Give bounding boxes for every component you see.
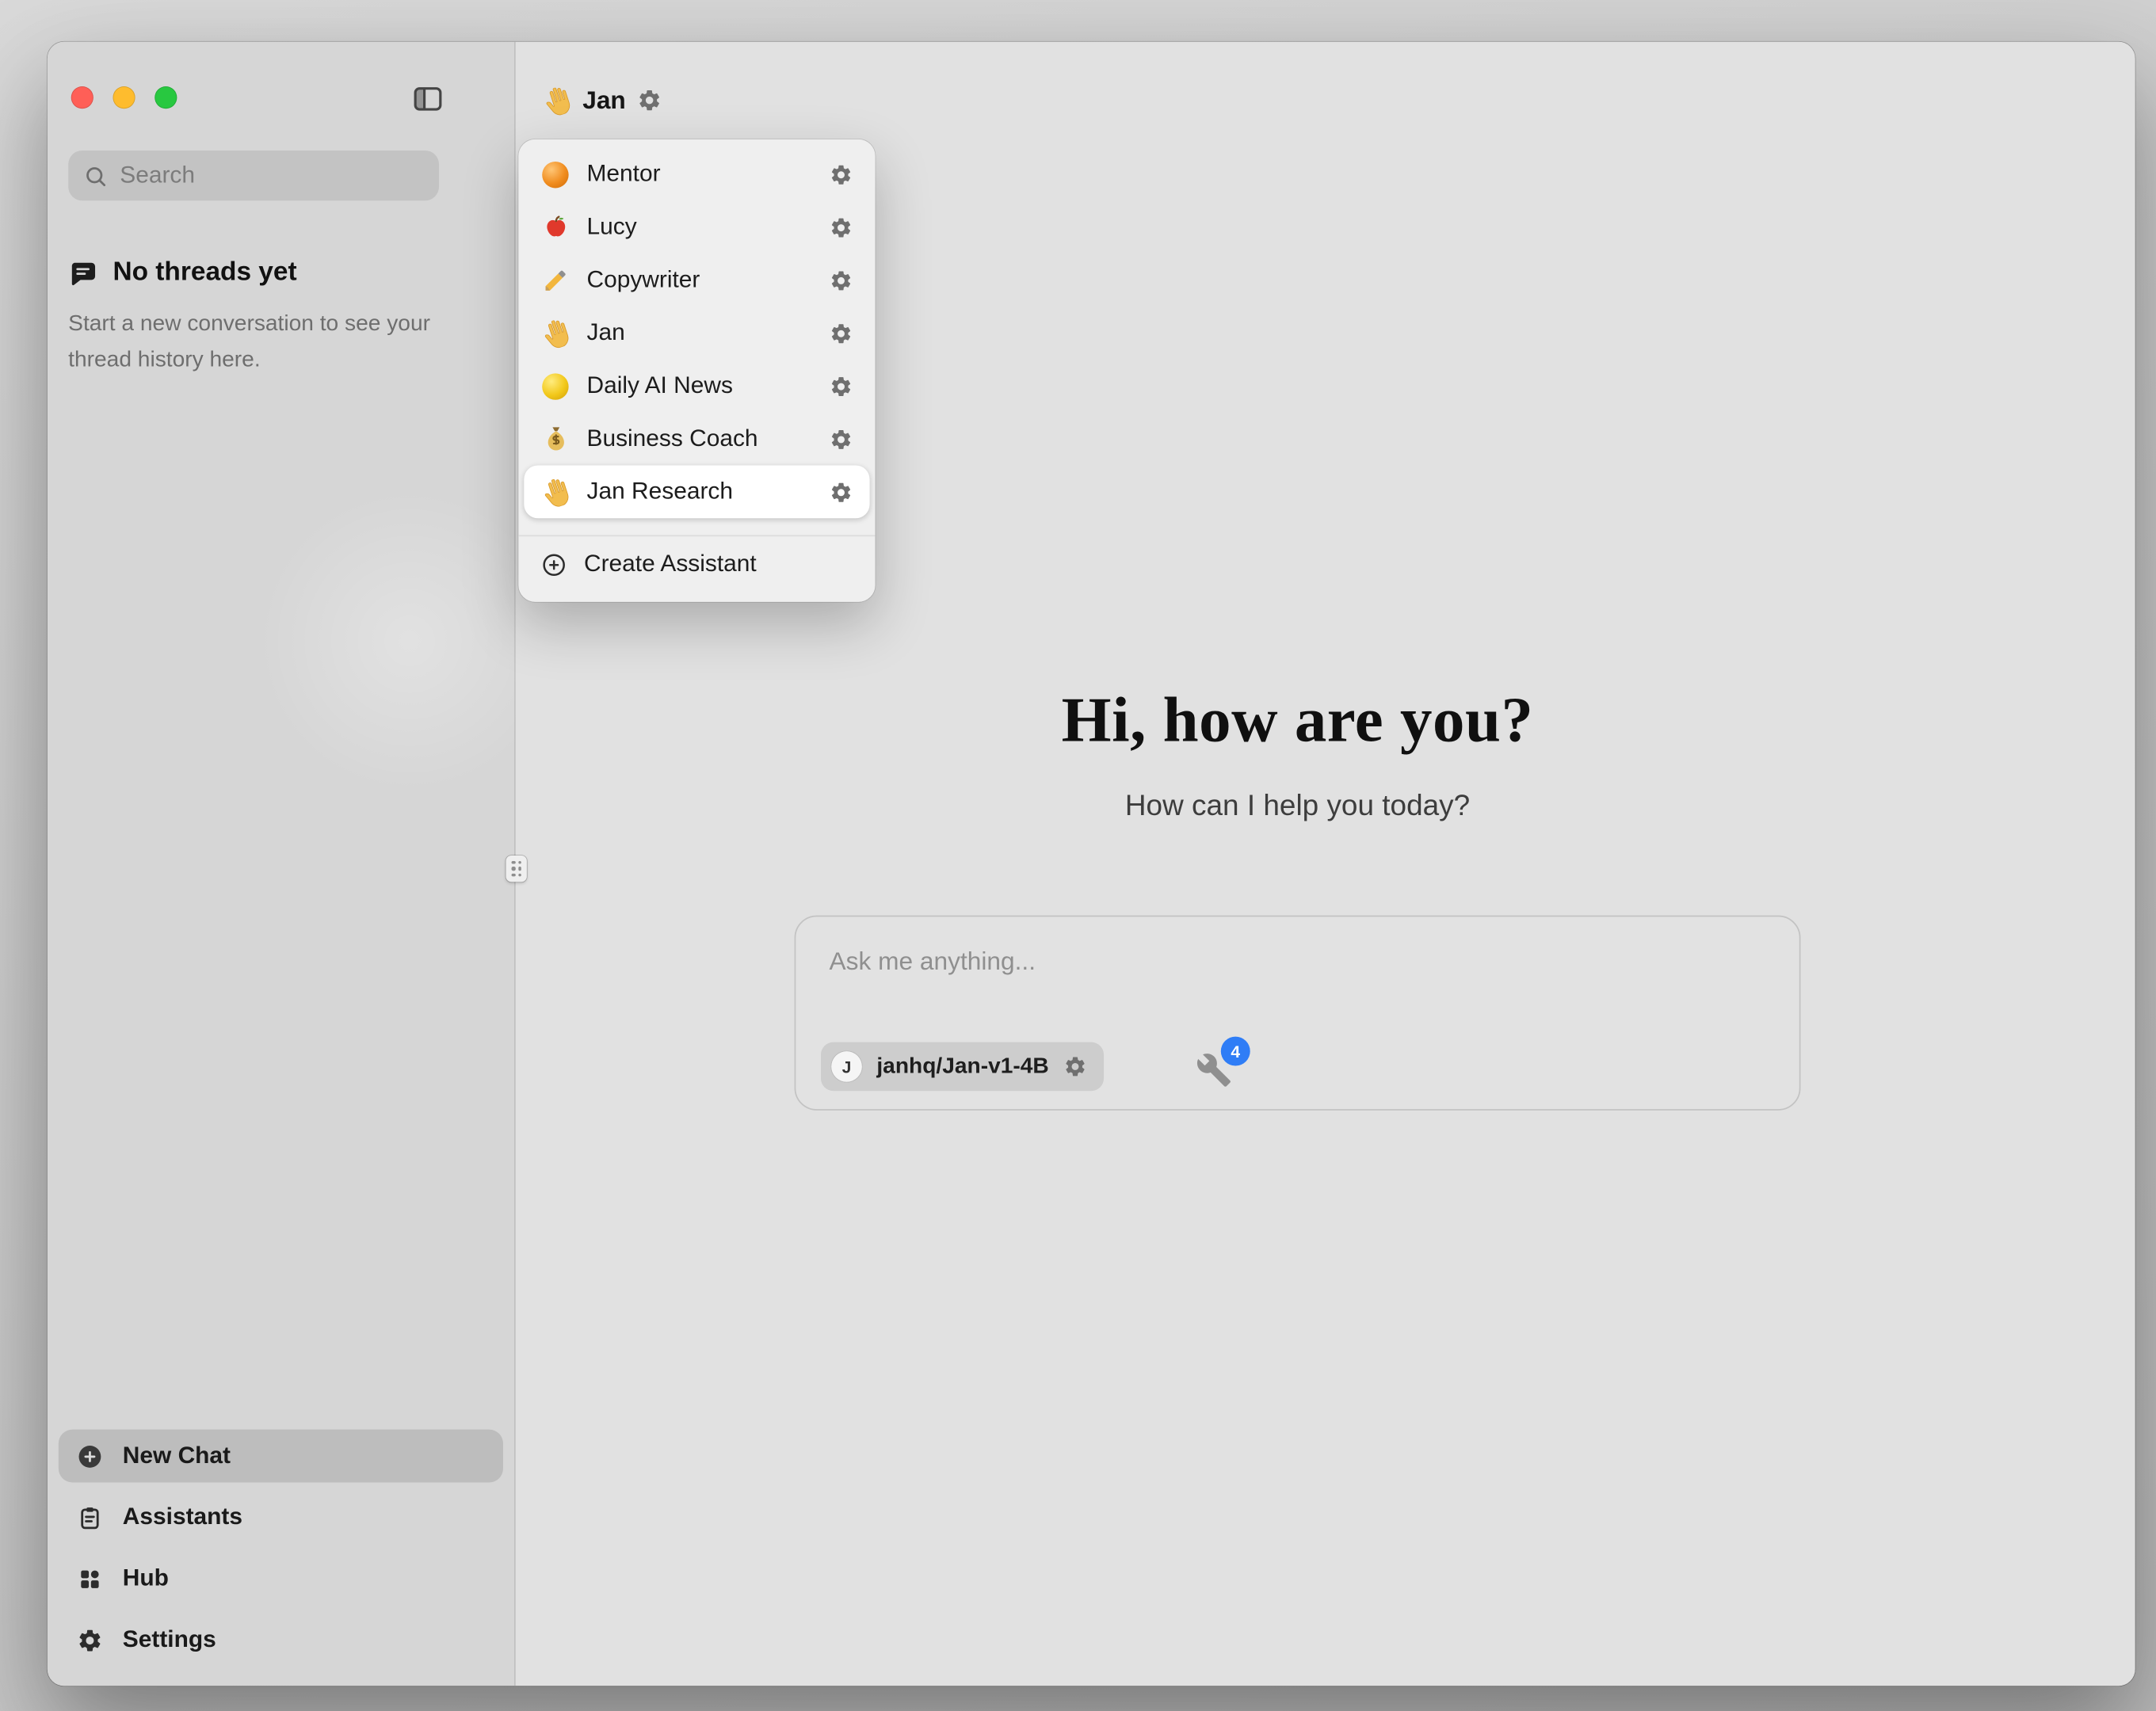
assistant-menu: Mentor Lucy Copywriter	[518, 139, 875, 602]
plus-circle-outline-icon	[540, 551, 567, 577]
minimize-button[interactable]	[113, 86, 135, 109]
sidebar-item-label: Settings	[123, 1626, 216, 1654]
assistant-settings-gear-icon[interactable]	[637, 88, 662, 113]
assistant-menu-item-label: Business Coach	[586, 425, 757, 452]
gear-icon[interactable]	[830, 321, 853, 345]
close-button[interactable]	[71, 86, 93, 109]
search-field[interactable]	[68, 151, 439, 200]
current-assistant-name: Jan	[582, 86, 626, 115]
money-bag-icon	[540, 425, 570, 454]
sidebar: No threads yet Start a new conversation …	[48, 42, 516, 1686]
composer[interactable]: J janhq/Jan-v1-4B 4	[795, 916, 1801, 1111]
assistant-menu-item-label: Daily AI News	[586, 372, 732, 400]
app-window: No threads yet Start a new conversation …	[48, 42, 2135, 1686]
gear-icon	[77, 1627, 103, 1653]
yellow-circle-icon	[540, 372, 570, 401]
greeting-title: Hi, how are you?	[795, 683, 1801, 756]
grid-icon	[77, 1565, 103, 1591]
sidebar-nav: New Chat Assistants Hub Settings	[59, 1430, 503, 1667]
assistant-menu-item-jan[interactable]: Jan	[524, 307, 869, 360]
greeting: Hi, how are you? How can I help you toda…	[795, 683, 1801, 824]
assistant-menu-item-label: Mentor	[586, 160, 660, 188]
empty-state-title: No threads yet	[113, 257, 296, 288]
waving-hand-icon	[537, 314, 574, 352]
sidebar-resize-handle[interactable]	[506, 856, 526, 882]
search-icon	[84, 164, 108, 188]
assistant-menu-item-copywriter[interactable]: Copywriter	[524, 253, 869, 307]
clipboard-icon	[77, 1504, 103, 1530]
sidebar-item-label: Hub	[123, 1564, 169, 1592]
orange-circle-icon	[540, 159, 570, 189]
model-avatar: J	[830, 1050, 862, 1082]
desktop: No threads yet Start a new conversation …	[0, 0, 2156, 1711]
waving-hand-icon	[537, 474, 574, 511]
gear-icon[interactable]	[830, 269, 853, 292]
window-controls	[71, 86, 177, 109]
model-name: janhq/Jan-v1-4B	[876, 1054, 1048, 1080]
sidebar-item-new-chat[interactable]: New Chat	[59, 1430, 503, 1483]
create-assistant-label: Create Assistant	[584, 551, 757, 578]
gear-icon[interactable]	[830, 215, 853, 239]
assistant-menu-item-label: Jan Research	[586, 478, 732, 505]
zoom-button[interactable]	[155, 86, 177, 109]
sidebar-item-label: Assistants	[123, 1503, 242, 1531]
main-area: Jan Mentor Lucy	[516, 42, 2135, 1686]
search-input[interactable]	[120, 162, 423, 189]
chat-bubble-icon	[68, 258, 97, 288]
tools-button[interactable]: 4	[1196, 1052, 1232, 1088]
create-assistant-button[interactable]: Create Assistant	[524, 538, 869, 591]
empty-state-description: Start a new conversation to see your thr…	[68, 307, 458, 379]
assistant-menu-item-mentor[interactable]: Mentor	[524, 147, 869, 200]
plus-circle-icon	[77, 1442, 103, 1469]
assistant-menu-item-business-coach[interactable]: Business Coach	[524, 413, 869, 466]
gear-icon[interactable]	[830, 374, 853, 398]
assistant-menu-item-daily-ai-news[interactable]: Daily AI News	[524, 360, 869, 413]
model-selector[interactable]: J janhq/Jan-v1-4B	[821, 1042, 1103, 1092]
sidebar-item-assistants[interactable]: Assistants	[59, 1491, 503, 1544]
sidebar-item-settings[interactable]: Settings	[59, 1614, 503, 1667]
gear-icon[interactable]	[830, 427, 853, 451]
sidebar-toggle-icon[interactable]	[411, 82, 445, 113]
menu-separator	[518, 535, 875, 536]
assistant-selector[interactable]: Jan	[529, 77, 674, 124]
waving-hand-icon	[538, 82, 575, 119]
apple-icon	[540, 212, 570, 242]
gear-icon[interactable]	[830, 480, 853, 504]
assistant-menu-item-lucy[interactable]: Lucy	[524, 200, 869, 253]
assistant-menu-item-label: Copywriter	[586, 266, 700, 294]
greeting-subtitle: How can I help you today?	[795, 790, 1801, 823]
assistant-menu-item-jan-research[interactable]: Jan Research	[524, 465, 869, 518]
model-settings-gear-icon[interactable]	[1063, 1054, 1086, 1078]
assistant-menu-item-label: Jan	[586, 319, 624, 347]
tools-count-badge: 4	[1221, 1037, 1250, 1066]
threads-empty-state: No threads yet Start a new conversation …	[68, 257, 458, 379]
gear-icon[interactable]	[830, 162, 853, 186]
sidebar-item-hub[interactable]: Hub	[59, 1552, 503, 1605]
sidebar-item-label: New Chat	[123, 1442, 231, 1469]
pencil-icon	[540, 265, 570, 295]
prompt-input[interactable]	[830, 947, 1766, 977]
assistant-menu-item-label: Lucy	[586, 213, 636, 241]
